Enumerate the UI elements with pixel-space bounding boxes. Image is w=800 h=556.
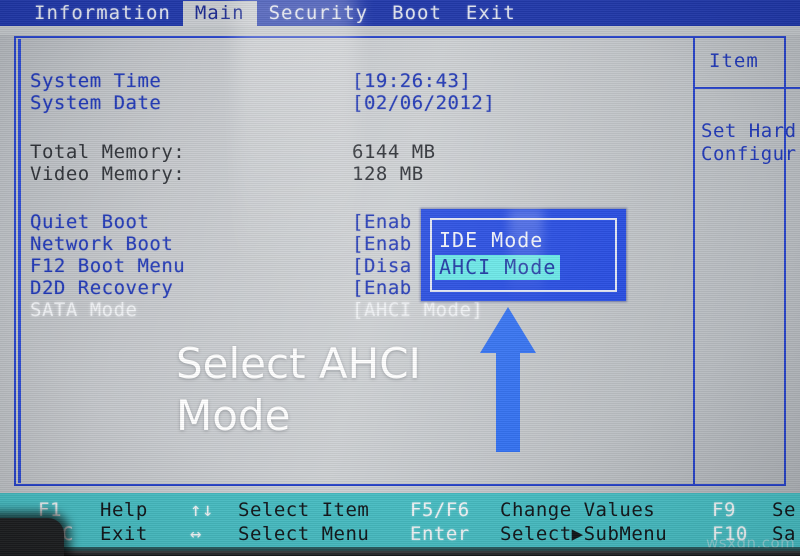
row-label: D2D Recovery bbox=[30, 277, 174, 299]
key-f9-desc: Se bbox=[772, 499, 796, 521]
row-value[interactable]: [Enab bbox=[352, 211, 412, 233]
bios-screen: Information Main Security Boot Exit Syst… bbox=[0, 0, 800, 556]
row-value[interactable]: [19:26:43] bbox=[352, 70, 471, 92]
row-label: Quiet Boot bbox=[30, 211, 150, 233]
key-f5-f6: F5/F6 bbox=[410, 499, 470, 521]
row-value[interactable]: [AHCI Mode] bbox=[352, 299, 483, 321]
annotation-line-2: Mode bbox=[176, 391, 291, 440]
help-panel-line-2: Configur bbox=[701, 143, 797, 165]
key-f9: F9 bbox=[712, 499, 736, 521]
row-value[interactable]: [02/06/2012] bbox=[352, 92, 495, 114]
row-value: 128 MB bbox=[352, 163, 424, 185]
monitor-bezel-corner bbox=[0, 518, 64, 556]
key-leftright-desc: Select Menu bbox=[238, 523, 370, 545]
key-f1-desc: Help bbox=[100, 499, 148, 521]
key-esc-desc: Exit bbox=[100, 523, 148, 545]
bios-setup-screenshot: Information Main Security Boot Exit Syst… bbox=[0, 0, 800, 556]
annotation-arrow-up-icon bbox=[479, 307, 537, 452]
annotation-text: Select AHCI Mode bbox=[176, 338, 421, 442]
row-label: System Time bbox=[30, 70, 162, 92]
help-panel-title: Item bbox=[709, 50, 759, 72]
sata-mode-popup[interactable]: IDE Mode AHCI Mode bbox=[421, 209, 626, 301]
row-label: System Date bbox=[30, 92, 162, 114]
row-label: Video Memory: bbox=[30, 163, 186, 185]
row-value[interactable]: [Enab bbox=[352, 233, 412, 255]
help-panel-divider bbox=[693, 36, 695, 486]
row-label: Total Memory: bbox=[30, 141, 186, 163]
row-value[interactable]: [Disa bbox=[352, 255, 412, 277]
help-panel-text: Set Hard Configur bbox=[701, 120, 797, 166]
row-value[interactable]: [Enab bbox=[352, 277, 412, 299]
key-enter: Enter bbox=[410, 523, 470, 545]
row-value: 6144 MB bbox=[352, 141, 436, 163]
popup-option-ahci-mode[interactable]: AHCI Mode bbox=[435, 255, 561, 280]
bios-key-legend-bar: F1 Help ↑↓ Select Item F5/F6 Change Valu… bbox=[0, 493, 800, 551]
key-enter-desc: Select▶SubMenu bbox=[500, 523, 668, 545]
row-label: SATA Mode bbox=[30, 299, 138, 321]
monitor-bezel-bottom bbox=[0, 547, 800, 556]
row-label: Network Boot bbox=[30, 233, 174, 255]
row-label: F12 Boot Menu bbox=[30, 255, 186, 277]
item-help-panel: Item Set Hard Configur bbox=[697, 36, 800, 486]
help-panel-line-1: Set Hard bbox=[701, 120, 797, 142]
key-f5-f6-desc: Change Values bbox=[500, 499, 656, 521]
popup-option-ide-mode[interactable]: IDE Mode bbox=[435, 228, 547, 253]
key-leftright-arrows: ↔ bbox=[190, 523, 202, 545]
key-updown-arrows: ↑↓ bbox=[190, 499, 214, 521]
key-updown-desc: Select Item bbox=[238, 499, 370, 521]
annotation-line-1: Select AHCI bbox=[176, 339, 421, 388]
